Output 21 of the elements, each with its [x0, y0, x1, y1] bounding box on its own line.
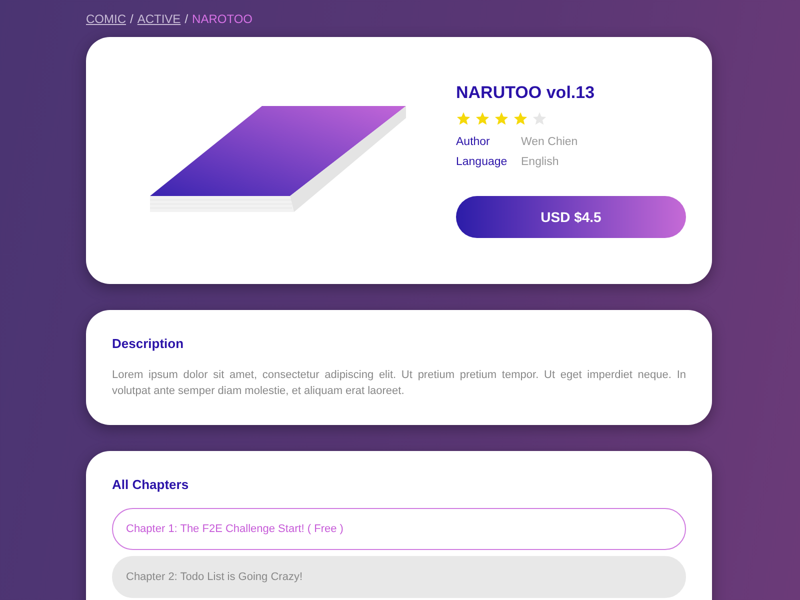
description-text: Lorem ipsum dolor sit amet, consectetur adipiscing elit. Ut pretium pretium tempor. Ut eget imperdiet neque. In volutpat ante semper diam molestie, et aliquam erat laoreet. — [112, 368, 686, 399]
breadcrumb-link[interactable]: ACTIVE — [137, 12, 181, 26]
breadcrumb-link[interactable]: NAROTOO — [192, 12, 252, 26]
section-title: Description — [112, 336, 185, 351]
detail-label: Author — [456, 136, 491, 148]
detail-value: Wen Chien — [521, 136, 578, 148]
star-icon — [532, 111, 547, 126]
star-icon — [475, 111, 490, 126]
detail-value: English — [521, 156, 559, 168]
star-icon — [494, 111, 509, 126]
star-icon — [513, 111, 528, 126]
chapter-item[interactable]: Chapter 2: Todo List is Going Crazy! — [112, 556, 686, 598]
price-button[interactable]: USD $4.5 — [456, 196, 686, 238]
breadcrumb-separator: / — [130, 12, 134, 26]
detail-label: Language — [456, 156, 508, 168]
star-icon — [456, 111, 471, 126]
breadcrumb-separator: / — [184, 12, 188, 26]
breadcrumb-link[interactable]: COMIC — [86, 12, 126, 26]
chapter-item[interactable]: Chapter 1: The F2E Challenge Start! ( Free ) — [112, 508, 686, 550]
section-title: All Chapters — [112, 477, 190, 492]
product-title: NARUTOO vol.13 — [456, 83, 596, 103]
